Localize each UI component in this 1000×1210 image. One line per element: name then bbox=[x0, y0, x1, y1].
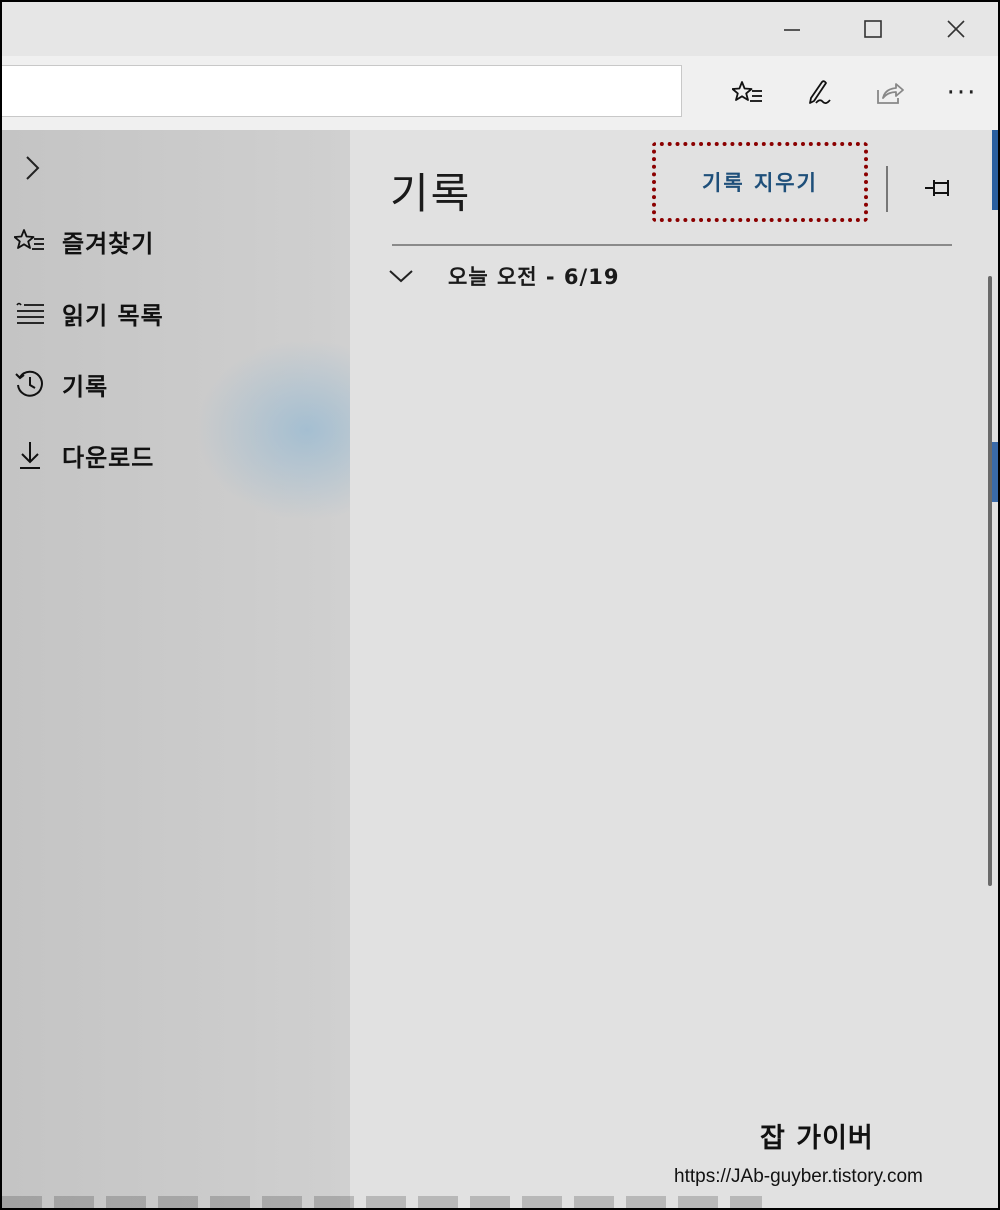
maximize-button[interactable] bbox=[833, 2, 913, 56]
close-icon bbox=[947, 20, 965, 38]
hub-item-favorites[interactable]: 즐겨찾기 bbox=[10, 218, 340, 264]
address-bar[interactable] bbox=[2, 65, 682, 117]
download-icon bbox=[10, 435, 50, 475]
hub-item-label: 기록 bbox=[62, 372, 109, 401]
chevron-right-icon bbox=[26, 156, 40, 180]
pin-icon bbox=[925, 180, 949, 196]
hub-item-downloads[interactable]: 다운로드 bbox=[10, 432, 340, 478]
web-note-button[interactable] bbox=[798, 71, 842, 115]
collapse-hub-button[interactable] bbox=[12, 148, 52, 188]
maximize-icon bbox=[864, 20, 882, 38]
pane-title: 기록 bbox=[390, 169, 472, 218]
minimize-button[interactable] bbox=[752, 2, 832, 56]
share-icon bbox=[877, 83, 904, 104]
watermark-name: 잡 가이버 bbox=[760, 1123, 874, 1154]
history-pane: 기록 기록 지우기 오늘 오전 - 6/19 bbox=[350, 130, 998, 1208]
history-group-label: 오늘 오전 - 6/19 bbox=[448, 265, 620, 289]
hub-item-label: 즐겨찾기 bbox=[62, 229, 155, 258]
title-bar bbox=[2, 2, 998, 56]
chevron-down-icon bbox=[386, 261, 416, 291]
favorites-list-icon bbox=[732, 81, 762, 102]
pen-icon bbox=[809, 80, 831, 105]
more-button[interactable]: ··· bbox=[940, 71, 984, 115]
background-blurred-text bbox=[2, 1196, 762, 1208]
hub-item-label: 다운로드 bbox=[62, 443, 155, 472]
hub-item-history[interactable]: 기록 bbox=[10, 361, 340, 407]
pin-pane-button[interactable] bbox=[918, 168, 962, 208]
scrollbar[interactable] bbox=[988, 276, 992, 886]
hub-item-label: 읽기 목록 bbox=[62, 301, 164, 330]
background-window-edge bbox=[992, 130, 998, 210]
star-list-icon bbox=[10, 221, 50, 261]
browser-window: ··· 즐겨찾기 읽기 목록 기록 다운로드 기록 기록 지우기 오늘 오전 -… bbox=[0, 0, 1000, 1210]
history-icon bbox=[10, 364, 50, 404]
pane-header-rule bbox=[392, 244, 952, 246]
history-group-header[interactable]: 오늘 오전 - 6/19 bbox=[386, 258, 786, 294]
pane-divider bbox=[886, 166, 888, 212]
clear-history-button[interactable]: 기록 지우기 bbox=[652, 142, 868, 222]
reading-list-icon bbox=[10, 293, 50, 333]
watermark-url: https://JAb-guyber.tistory.com bbox=[674, 1166, 923, 1187]
minimize-icon bbox=[784, 29, 800, 31]
address-toolbar: ··· bbox=[2, 56, 998, 131]
hub-sidebar: 즐겨찾기 읽기 목록 기록 다운로드 bbox=[2, 130, 350, 1208]
share-button[interactable] bbox=[868, 71, 912, 115]
background-window-edge bbox=[992, 442, 998, 502]
close-button[interactable] bbox=[916, 2, 996, 56]
clear-history-label: 기록 지우기 bbox=[702, 171, 818, 195]
favorites-button[interactable] bbox=[726, 71, 770, 115]
hub-item-reading-list[interactable]: 읽기 목록 bbox=[10, 290, 340, 336]
